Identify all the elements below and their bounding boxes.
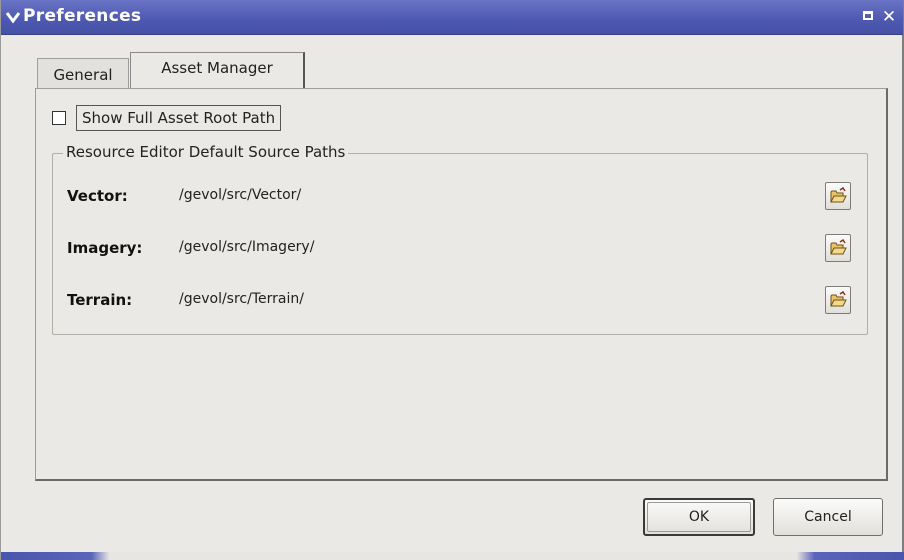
asset-manager-panel: Show Full Asset Root Path Resource Edito… [35, 88, 888, 481]
vector-path-row: Vector: /gevol/src/Vector/ [67, 182, 857, 212]
terrain-label: Terrain: [67, 291, 133, 309]
source-paths-group: Resource Editor Default Source Paths Vec… [52, 143, 868, 335]
group-title: Resource Editor Default Source Paths [63, 143, 349, 161]
tab-general[interactable]: General [37, 58, 129, 90]
close-icon[interactable]: ✕ [881, 9, 897, 26]
vector-browse-button[interactable] [825, 182, 851, 210]
ok-focus-ring [647, 502, 751, 532]
show-full-path-label[interactable]: Show Full Asset Root Path [76, 105, 282, 131]
window-bottom-border [1, 552, 904, 560]
imagery-path-row: Imagery: /gevol/src/Imagery/ [67, 234, 857, 264]
imagery-label: Imagery: [67, 239, 143, 257]
vector-label: Vector: [67, 187, 128, 205]
folder-open-icon [830, 239, 847, 255]
show-full-path-checkbox[interactable] [52, 111, 66, 125]
vector-path: /gevol/src/Vector/ [179, 187, 302, 203]
cancel-button[interactable]: Cancel [773, 498, 883, 536]
terrain-browse-button[interactable] [825, 286, 851, 314]
imagery-browse-button[interactable] [825, 234, 851, 262]
window-title: Preferences [23, 6, 142, 26]
folder-open-icon [830, 291, 847, 307]
folder-open-icon [830, 187, 847, 203]
preferences-dialog: Preferences ✕ General Asset Manager Show… [0, 0, 904, 560]
tab-asset-manager[interactable]: Asset Manager [130, 52, 305, 90]
terrain-path: /gevol/src/Terrain/ [179, 291, 304, 307]
maximize-icon[interactable] [861, 9, 877, 25]
imagery-path: /gevol/src/Imagery/ [179, 239, 315, 255]
terrain-path-row: Terrain: /gevol/src/Terrain/ [67, 286, 857, 316]
title-bar[interactable]: Preferences ✕ [1, 0, 903, 35]
ok-button[interactable]: OK [643, 498, 755, 536]
chevron-down-icon[interactable] [5, 9, 21, 25]
